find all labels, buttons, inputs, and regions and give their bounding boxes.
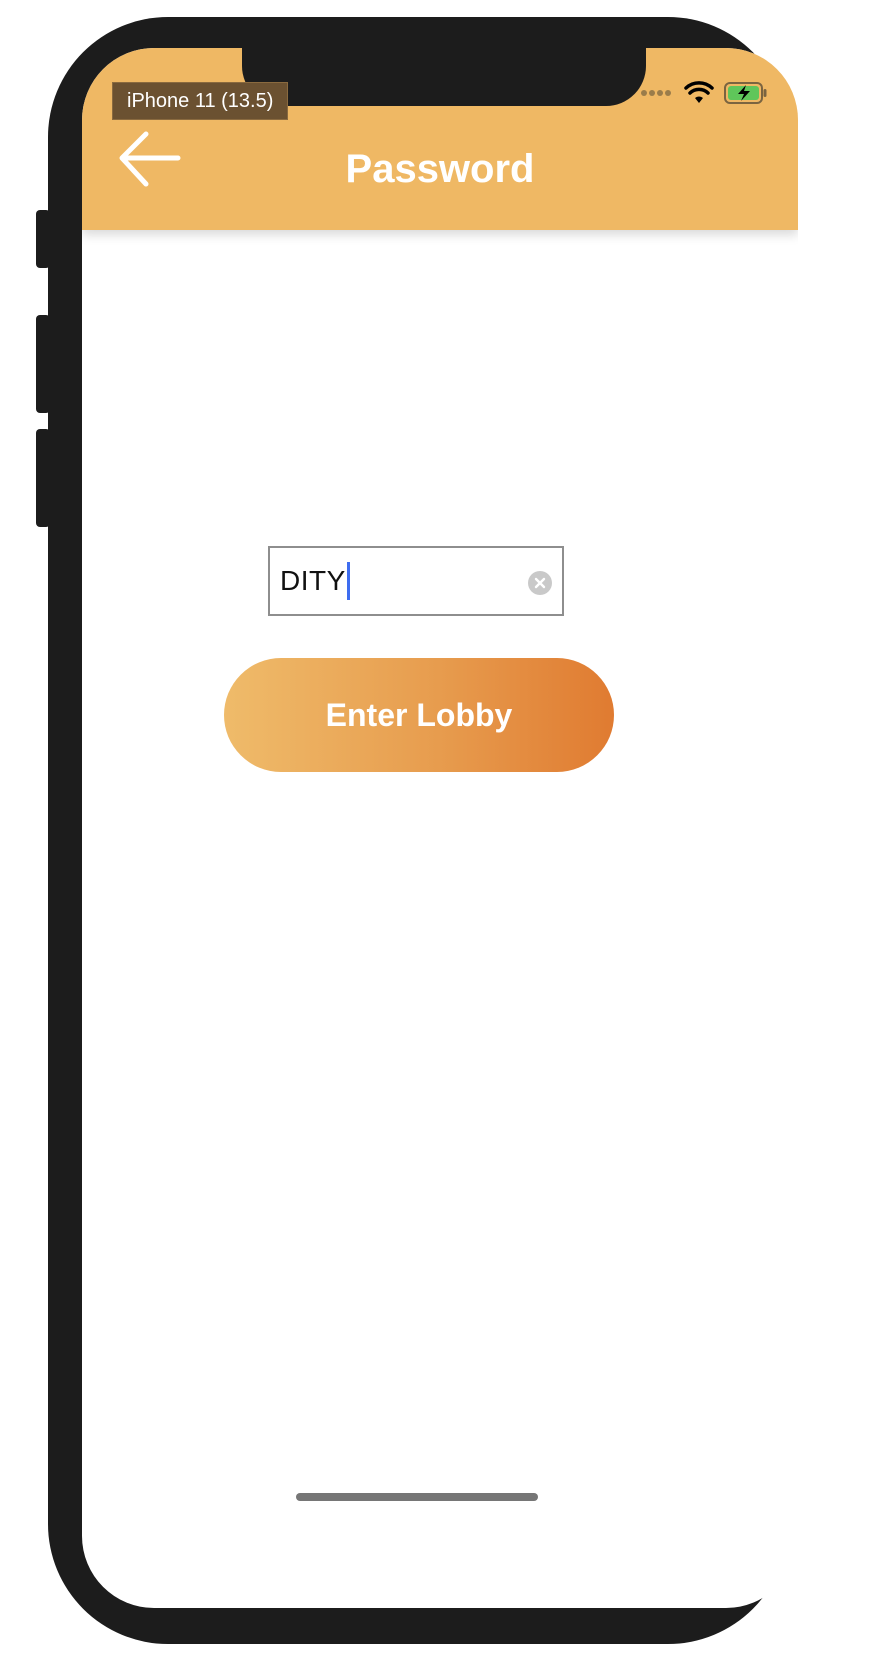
password-input[interactable]: DITY xyxy=(268,546,564,616)
battery-charging-icon xyxy=(724,82,767,104)
simulator-device-label: iPhone 11 (13.5) xyxy=(112,82,289,120)
text-caret xyxy=(346,562,350,600)
mute-switch xyxy=(36,210,50,268)
notch xyxy=(242,48,646,106)
wifi-icon xyxy=(684,81,714,103)
password-value: DITY xyxy=(280,565,346,596)
clear-text-button[interactable] xyxy=(528,571,552,595)
page-title: Password xyxy=(345,147,535,191)
volume-up-button xyxy=(36,315,50,413)
signal-dots-icon xyxy=(641,90,671,96)
enter-lobby-button[interactable]: Enter Lobby xyxy=(224,658,614,772)
clear-circle-x-icon xyxy=(534,577,546,589)
volume-down-button xyxy=(36,429,50,527)
nav-header: iPhone 11 (13.5) Password xyxy=(82,48,798,230)
app-screen: iPhone 11 (13.5) Password DITY Enter Lob… xyxy=(82,48,798,1608)
status-bar xyxy=(640,78,768,108)
home-indicator xyxy=(296,1493,538,1501)
